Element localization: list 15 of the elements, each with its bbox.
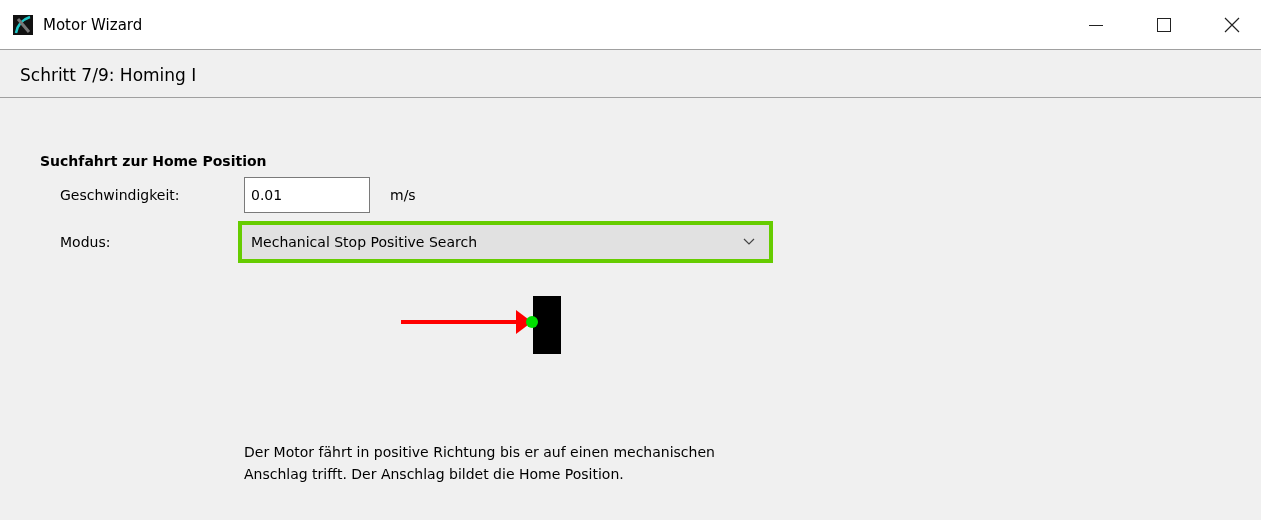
mode-dropdown[interactable]: Mechanical Stop Positive Search	[238, 221, 773, 263]
description-text: Der Motor fährt in positive Richtung bis er auf einen mechanischen Anschlag trifft. Der Anschlag bildet die Home Position.	[244, 443, 716, 484]
window-title: Motor Wizard	[43, 15, 143, 34]
section-title: Suchfahrt zur Home Position	[40, 153, 268, 169]
home-point	[526, 316, 538, 328]
speed-label: Geschwindigkeit:	[59, 187, 181, 203]
maximize-icon[interactable]	[1156, 16, 1172, 33]
unit-label: m/s	[390, 187, 416, 203]
mode-label: Modus:	[59, 234, 112, 250]
step-title: Schritt 7/9: Homing I	[20, 64, 197, 85]
speed-field[interactable]: 0.01	[244, 177, 370, 213]
app-logo-icon	[13, 14, 33, 35]
stop-block	[533, 296, 561, 354]
chevron-icon	[743, 238, 755, 246]
close-icon[interactable]	[1224, 16, 1240, 33]
